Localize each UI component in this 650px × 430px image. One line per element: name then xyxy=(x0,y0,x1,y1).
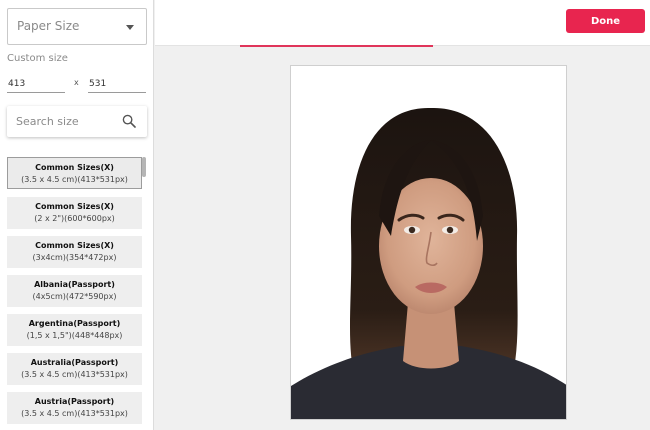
size-item-name: Argentina(Passport) xyxy=(28,319,121,328)
size-item[interactable]: Common Sizes(X) (3x4cm)(354*472px) xyxy=(7,236,142,268)
size-item-name: Common Sizes(X) xyxy=(35,202,114,211)
size-item-name: Common Sizes(X) xyxy=(35,241,114,250)
sidebar: Paper Size Custom size 413 x 531 Search … xyxy=(0,0,154,430)
scrollbar-thumb[interactable] xyxy=(142,157,146,177)
size-item-dims: (3.5 x 4.5 cm)(413*531px) xyxy=(21,409,128,418)
size-item-dims: (2 x 2")(600*600px) xyxy=(34,214,115,223)
size-item-dims: (3x4cm)(354*472px) xyxy=(32,253,117,262)
size-item-dims: (4x5cm)(472*590px) xyxy=(32,292,117,301)
height-input[interactable]: 531 xyxy=(88,76,146,93)
size-item-name: Austria(Passport) xyxy=(34,397,115,406)
size-item[interactable]: Albania(Passport) (4x5cm)(472*590px) xyxy=(7,275,142,307)
size-list: Common Sizes(X) (3.5 x 4.5 cm)(413*531px… xyxy=(0,157,153,430)
size-item-name: Common Sizes(X) xyxy=(35,163,114,172)
size-item[interactable]: Australia(Passport) (3.5 x 4.5 cm)(413*5… xyxy=(7,353,142,385)
size-item-name: Albania(Passport) xyxy=(34,280,115,289)
top-toolbar: Done xyxy=(155,0,650,47)
size-item[interactable]: Common Sizes(X) (3.5 x 4.5 cm)(413*531px… xyxy=(7,157,142,189)
paper-size-label: Paper Size xyxy=(17,19,80,33)
custom-size-label: Custom size xyxy=(7,53,68,64)
photo-preview xyxy=(290,65,567,420)
portrait-photo xyxy=(291,66,566,419)
size-item-dims: (1,5 x 1,5")(448*448px) xyxy=(26,331,123,340)
width-input[interactable]: 413 xyxy=(7,76,65,93)
dimension-separator: x xyxy=(74,78,79,87)
progress-accent-line xyxy=(240,45,433,47)
size-item[interactable]: Argentina(Passport) (1,5 x 1,5")(448*448… xyxy=(7,314,142,346)
search-icon[interactable] xyxy=(122,114,136,128)
search-input[interactable]: Search size xyxy=(16,115,79,128)
chevron-down-icon[interactable] xyxy=(126,25,134,30)
size-search-box[interactable]: Search size xyxy=(7,106,147,137)
size-item-dims: (3.5 x 4.5 cm)(413*531px) xyxy=(21,175,128,184)
done-button[interactable]: Done xyxy=(566,9,645,33)
size-item-dims: (3.5 x 4.5 cm)(413*531px) xyxy=(21,370,128,379)
size-item[interactable]: Austria(Passport) (3.5 x 4.5 cm)(413*531… xyxy=(7,392,142,424)
size-item[interactable]: Common Sizes(X) (2 x 2")(600*600px) xyxy=(7,197,142,229)
size-list-scrollbar[interactable] xyxy=(142,157,147,430)
size-item-name: Australia(Passport) xyxy=(30,358,119,367)
paper-size-select[interactable]: Paper Size xyxy=(7,8,147,45)
